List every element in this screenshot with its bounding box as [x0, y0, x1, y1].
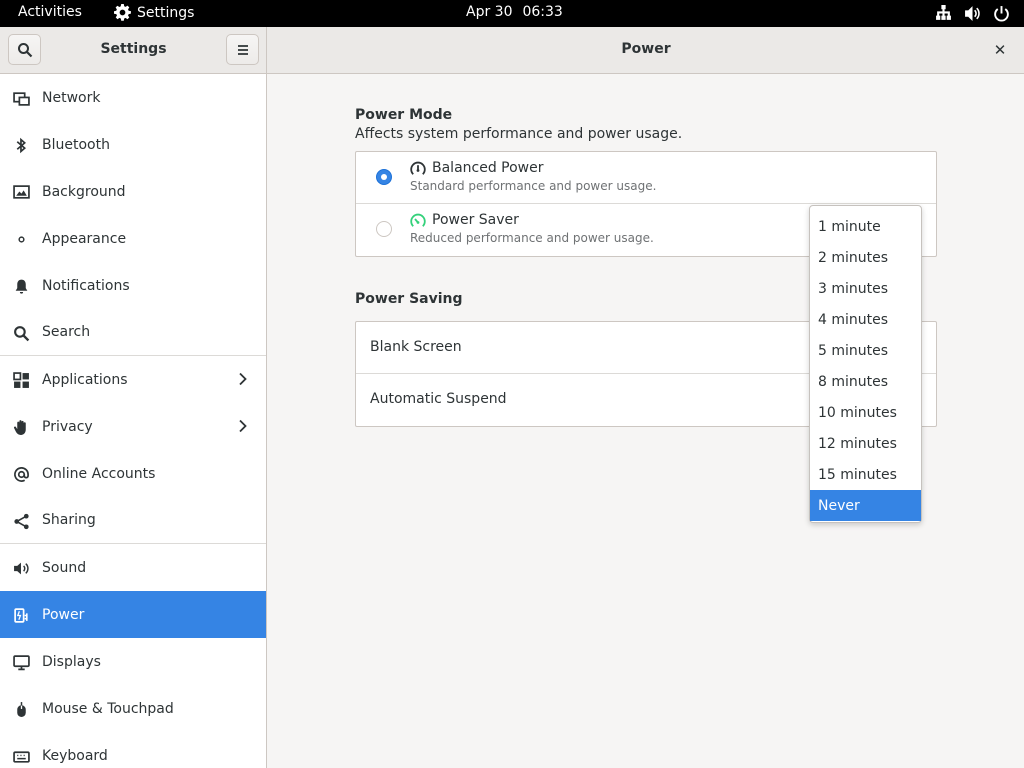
sidebar-item-notifications[interactable]: Notifications	[0, 262, 266, 309]
network-icon	[12, 89, 30, 107]
clock-time: 06:33	[522, 4, 563, 20]
system-tray[interactable]	[935, 5, 1010, 22]
chevron-right-icon	[239, 419, 247, 433]
automatic-suspend-label: Automatic Suspend	[370, 391, 507, 407]
dropdown-option[interactable]: 8 minutes	[810, 366, 921, 397]
at-icon	[12, 465, 30, 483]
blank-screen-label: Blank Screen	[370, 339, 462, 355]
sidebar-header: Settings	[0, 27, 267, 73]
power-saver-label: Power Saver	[432, 212, 519, 228]
app-name: Settings	[137, 4, 195, 21]
dropdown-option-selected[interactable]: Never	[810, 490, 921, 521]
gear-icon	[114, 4, 131, 21]
clock-date: Apr 30	[466, 4, 513, 20]
sidebar-item-background[interactable]: Background	[0, 168, 266, 215]
sidebar-item-label: Background	[42, 183, 126, 200]
power-saver-gauge-icon	[410, 213, 426, 227]
chevron-right-icon	[239, 372, 247, 386]
sidebar-item-label: Privacy	[42, 418, 93, 435]
speedometer-icon	[410, 161, 426, 175]
sidebar-item-label: Sharing	[42, 512, 96, 528]
balanced-power-row[interactable]: Balanced Power Standard performance and …	[356, 152, 936, 204]
sidebar-item-mouse-touchpad[interactable]: Mouse & Touchpad	[0, 685, 266, 732]
power-mode-subtitle: Affects system performance and power usa…	[355, 126, 683, 142]
power-mode-title: Power Mode	[355, 107, 453, 123]
background-icon	[12, 183, 30, 201]
dropdown-option[interactable]: 2 minutes	[810, 242, 921, 273]
blank-screen-dropdown: 1 minute 2 minutes 3 minutes 4 minutes 5…	[809, 205, 922, 523]
power-saving-title: Power Saving	[355, 291, 463, 307]
sidebar-item-label: Applications	[42, 371, 128, 388]
sidebar-item-label: Mouse & Touchpad	[42, 700, 174, 717]
sidebar-item-online-accounts[interactable]: Online Accounts	[0, 450, 266, 497]
balanced-power-description: Standard performance and power usage.	[410, 179, 657, 193]
sidebar-item-search[interactable]: Search	[0, 309, 266, 356]
activities-button[interactable]: Activities	[18, 4, 82, 20]
sidebar-item-appearance[interactable]: Appearance	[0, 215, 266, 262]
close-icon: ✕	[993, 41, 1007, 59]
sidebar-item-applications[interactable]: Applications	[0, 356, 266, 403]
sidebar-item-label: Displays	[42, 653, 101, 670]
sidebar-item-power[interactable]: Power	[0, 591, 266, 638]
bluetooth-icon	[12, 136, 30, 154]
sidebar-item-label: Online Accounts	[42, 465, 156, 482]
top-bar: Activities Settings Apr 30 06:33	[0, 0, 1024, 27]
sidebar-item-privacy[interactable]: Privacy	[0, 403, 266, 450]
app-menu[interactable]: Settings	[114, 4, 194, 21]
sidebar-item-sound[interactable]: Sound	[0, 544, 266, 591]
sidebar-item-displays[interactable]: Displays	[0, 638, 266, 685]
power-plug-icon	[12, 606, 30, 624]
hamburger-icon	[237, 44, 248, 55]
share-icon	[12, 512, 30, 530]
applications-icon	[12, 371, 30, 389]
sidebar-item-label: Bluetooth	[42, 136, 110, 153]
power-off-icon	[994, 6, 1009, 22]
dropdown-option[interactable]: 12 minutes	[810, 428, 921, 459]
power-saver-radio[interactable]	[376, 221, 392, 237]
speaker-icon	[12, 559, 30, 577]
dropdown-option[interactable]: 3 minutes	[810, 273, 921, 304]
sidebar-item-label: Keyboard	[42, 747, 108, 764]
dropdown-option[interactable]: 5 minutes	[810, 335, 921, 366]
dropdown-option[interactable]: 10 minutes	[810, 397, 921, 428]
appearance-icon	[12, 230, 30, 248]
sidebar-item-label: Network	[42, 89, 101, 106]
mouse-icon	[12, 700, 30, 718]
network-wired-icon	[936, 5, 951, 20]
sidebar-item-keyboard[interactable]: Keyboard	[0, 732, 266, 768]
keyboard-icon	[12, 747, 30, 765]
header-bar: Settings Power ✕	[0, 27, 1024, 74]
balanced-power-label: Balanced Power	[432, 160, 544, 176]
dropdown-option[interactable]: 4 minutes	[810, 304, 921, 335]
search-icon	[12, 324, 30, 342]
bell-icon	[12, 277, 30, 295]
sidebar-item-label: Notifications	[42, 277, 130, 294]
dropdown-option[interactable]: 1 minute	[810, 211, 921, 242]
sidebar: Network Bluetooth Background Appearance …	[0, 74, 267, 768]
display-icon	[12, 653, 30, 671]
sidebar-item-label: Search	[42, 324, 91, 340]
balanced-power-radio[interactable]	[376, 169, 392, 185]
clock[interactable]: Apr 30 06:33	[466, 4, 563, 20]
volume-icon	[965, 6, 980, 21]
sidebar-item-bluetooth[interactable]: Bluetooth	[0, 121, 266, 168]
main-menu-button[interactable]	[226, 34, 259, 65]
dropdown-option[interactable]: 15 minutes	[810, 459, 921, 490]
power-saver-description: Reduced performance and power usage.	[410, 231, 654, 245]
close-button[interactable]: ✕	[990, 40, 1010, 60]
sidebar-item-sharing[interactable]: Sharing	[0, 497, 266, 544]
sidebar-item-label: Power	[42, 606, 85, 623]
sidebar-item-label: Sound	[42, 559, 87, 576]
hand-icon	[12, 418, 30, 436]
page-title: Power	[621, 41, 671, 57]
sidebar-item-label: Appearance	[42, 230, 127, 247]
sidebar-item-network[interactable]: Network	[0, 74, 266, 121]
